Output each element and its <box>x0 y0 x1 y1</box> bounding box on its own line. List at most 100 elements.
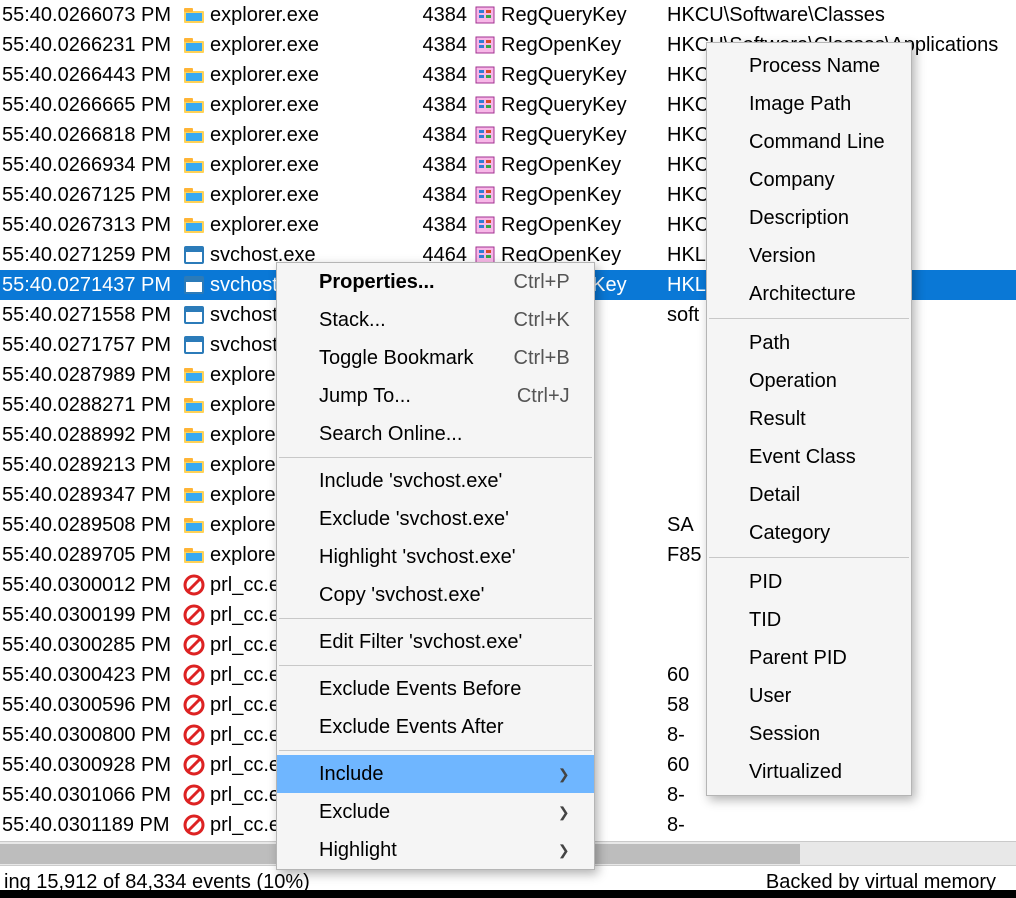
operation-name: RegQueryKey <box>501 94 627 117</box>
menu-item-label: Highlight <box>319 839 397 862</box>
submenu-item[interactable]: Version <box>707 237 911 275</box>
cell-time: 55:40.0289213 PM <box>0 454 182 477</box>
submenu-item[interactable]: Description <box>707 199 911 237</box>
submenu-item[interactable]: Command Line <box>707 123 911 161</box>
explorer-icon <box>182 363 206 387</box>
svchost-icon <box>182 273 206 297</box>
registry-icon <box>473 33 497 57</box>
cell-time: 55:40.0300596 PM <box>0 694 182 717</box>
cell-time: 55:40.0266818 PM <box>0 124 182 147</box>
menu-item[interactable]: Exclude Events After <box>277 708 594 746</box>
explorer-icon <box>182 183 206 207</box>
cell-time: 55:40.0266231 PM <box>0 34 182 57</box>
menu-item[interactable]: Edit Filter 'svchost.exe' <box>277 623 594 661</box>
submenu-item[interactable]: Detail <box>707 476 911 514</box>
operation-name: RegQueryKey <box>501 124 627 147</box>
submenu-item-label: Result <box>749 408 806 431</box>
menu-item[interactable]: Exclude 'svchost.exe' <box>277 500 594 538</box>
prl-icon <box>182 573 206 597</box>
explorer-icon <box>182 543 206 567</box>
menu-item[interactable]: Highlight ❯ <box>277 831 594 869</box>
submenu-item[interactable]: Company <box>707 161 911 199</box>
submenu-item-label: Session <box>749 723 820 746</box>
menu-item[interactable]: Exclude Events Before <box>277 670 594 708</box>
menu-item[interactable]: Toggle BookmarkCtrl+B <box>277 339 594 377</box>
menu-item[interactable]: Include❯ <box>277 755 594 793</box>
submenu-item[interactable]: Result <box>707 400 911 438</box>
submenu-item[interactable]: PID <box>707 563 911 601</box>
submenu-item[interactable]: Process Name <box>707 47 911 85</box>
prl-icon <box>182 693 206 717</box>
registry-icon <box>473 123 497 147</box>
cell-time: 55:40.0267125 PM <box>0 184 182 207</box>
cell-time: 55:40.0266665 PM <box>0 94 182 117</box>
explorer-icon <box>182 513 206 537</box>
menu-item[interactable]: Exclude❯ <box>277 793 594 831</box>
menu-item-label: Toggle Bookmark <box>319 347 474 370</box>
cell-path: 8- <box>663 814 1016 837</box>
include-submenu[interactable]: Process NameImage PathCommand LineCompan… <box>706 42 912 796</box>
chevron-right-icon: ❯ <box>558 842 570 859</box>
cell-time: 55:40.0289508 PM <box>0 514 182 537</box>
menu-item-label: Stack... <box>319 309 386 332</box>
operation-name: RegOpenKey <box>501 184 621 207</box>
menu-item-label: Exclude Events Before <box>319 678 521 701</box>
submenu-item[interactable]: Event Class <box>707 438 911 476</box>
cell-time: 55:40.0266443 PM <box>0 64 182 87</box>
explorer-icon <box>182 33 206 57</box>
cell-process: explorer.exe <box>182 153 407 177</box>
menu-separator <box>279 750 592 751</box>
explorer-icon <box>182 423 206 447</box>
submenu-item[interactable]: Parent PID <box>707 639 911 677</box>
prl-icon <box>182 783 206 807</box>
process-name: explorer.exe <box>210 154 319 177</box>
menu-item-label: Copy 'svchost.exe' <box>319 584 485 607</box>
submenu-item-label: Event Class <box>749 446 856 469</box>
cell-pid: 4384 <box>407 34 473 57</box>
menu-item[interactable]: Search Online... <box>277 415 594 453</box>
menu-item[interactable]: Properties...Ctrl+P <box>277 263 594 301</box>
menu-item-label: Search Online... <box>319 423 462 446</box>
process-name: explorer.exe <box>210 184 319 207</box>
submenu-item[interactable]: User <box>707 677 911 715</box>
prl-icon <box>182 753 206 777</box>
process-name: explorer.exe <box>210 94 319 117</box>
submenu-item-label: User <box>749 685 791 708</box>
submenu-item[interactable]: Path <box>707 324 911 362</box>
submenu-item[interactable]: Category <box>707 514 911 552</box>
submenu-item-label: Version <box>749 245 816 268</box>
submenu-item[interactable]: TID <box>707 601 911 639</box>
submenu-item-label: Path <box>749 332 790 355</box>
menu-item[interactable]: Include 'svchost.exe' <box>277 462 594 500</box>
operation-name: RegOpenKey <box>501 154 621 177</box>
cell-time: 55:40.0289705 PM <box>0 544 182 567</box>
submenu-item[interactable]: Architecture <box>707 275 911 313</box>
menu-item[interactable]: Stack...Ctrl+K <box>277 301 594 339</box>
explorer-icon <box>182 123 206 147</box>
cell-operation: RegOpenKey <box>473 183 663 207</box>
menu-item[interactable]: Copy 'svchost.exe' <box>277 576 594 614</box>
menu-separator <box>709 557 909 558</box>
submenu-item-label: Virtualized <box>749 761 842 784</box>
cell-time: 55:40.0288992 PM <box>0 424 182 447</box>
cell-time: 55:40.0301189 PM <box>0 814 182 837</box>
cell-time: 55:40.0301066 PM <box>0 784 182 807</box>
submenu-item[interactable]: Operation <box>707 362 911 400</box>
prl-icon <box>182 603 206 627</box>
explorer-icon <box>182 483 206 507</box>
registry-icon <box>473 3 497 27</box>
submenu-item-label: TID <box>749 609 781 632</box>
menu-item[interactable]: Highlight 'svchost.exe' <box>277 538 594 576</box>
menu-item-shortcut: Ctrl+J <box>517 385 570 408</box>
prl-icon <box>182 723 206 747</box>
menu-item[interactable]: Jump To...Ctrl+J <box>277 377 594 415</box>
operation-name: RegOpenKey <box>501 214 621 237</box>
submenu-item[interactable]: Image Path <box>707 85 911 123</box>
prl-icon <box>182 663 206 687</box>
cell-process: explorer.exe <box>182 213 407 237</box>
context-menu[interactable]: Properties...Ctrl+PStack...Ctrl+KToggle … <box>276 262 595 870</box>
submenu-item[interactable]: Session <box>707 715 911 753</box>
cell-time: 55:40.0288271 PM <box>0 394 182 417</box>
submenu-item[interactable]: Virtualized <box>707 753 911 791</box>
table-row[interactable]: 55:40.0266073 PMexplorer.exe4384RegQuery… <box>0 0 1016 30</box>
